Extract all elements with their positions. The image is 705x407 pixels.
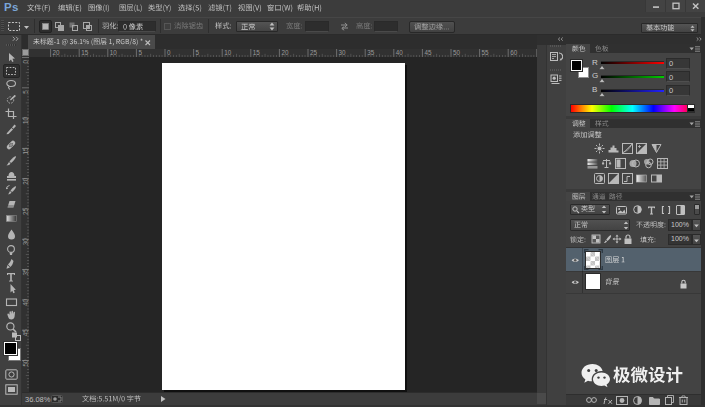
svg-text:30: 30 <box>22 238 29 246</box>
svg-text:45: 45 <box>22 329 29 337</box>
svg-text:25: 25 <box>22 207 29 215</box>
svg-text:15: 15 <box>253 49 261 56</box>
svg-text:25: 25 <box>310 49 318 56</box>
svg-text:50: 50 <box>22 359 29 367</box>
svg-text:5: 5 <box>196 49 200 56</box>
svg-text:40: 40 <box>22 298 29 306</box>
svg-text:20: 20 <box>22 177 29 185</box>
svg-text:20: 20 <box>53 49 61 56</box>
svg-text:0: 0 <box>167 49 171 56</box>
svg-text:50: 50 <box>453 49 461 56</box>
svg-text:15: 15 <box>81 49 89 56</box>
svg-text:35: 35 <box>367 49 375 56</box>
svg-text:20: 20 <box>281 49 289 56</box>
svg-text:60: 60 <box>510 49 518 56</box>
svg-text:10: 10 <box>110 49 118 56</box>
svg-text:40: 40 <box>396 49 404 56</box>
svg-text:35: 35 <box>22 268 29 276</box>
svg-text:5: 5 <box>138 49 142 56</box>
svg-text:10: 10 <box>224 49 232 56</box>
svg-text:45: 45 <box>424 49 432 56</box>
svg-text:10: 10 <box>22 117 29 125</box>
svg-text:15: 15 <box>22 147 29 155</box>
svg-text:55: 55 <box>482 49 490 56</box>
svg-text:30: 30 <box>339 49 347 56</box>
